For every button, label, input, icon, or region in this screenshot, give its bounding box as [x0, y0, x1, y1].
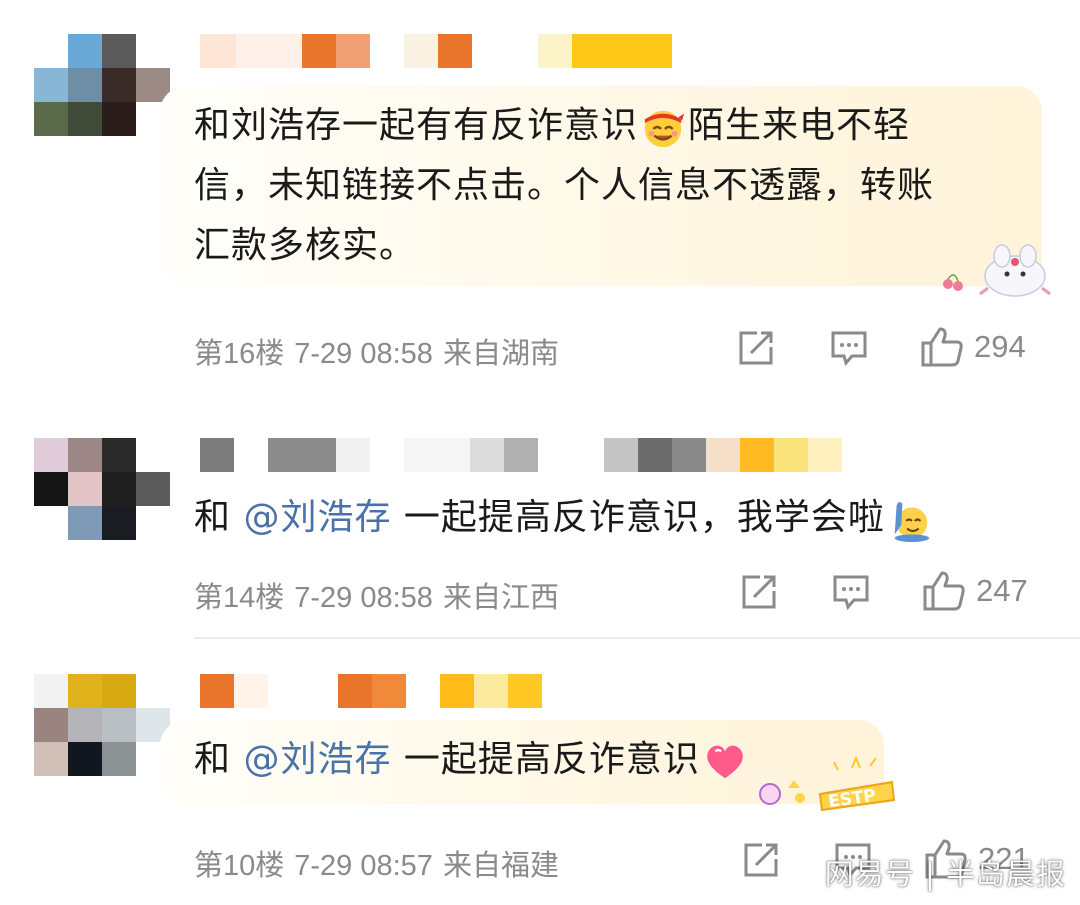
smiling-face-with-headband-icon	[644, 110, 685, 148]
floor-number: 第10楼	[194, 850, 285, 882]
estp-sticker-icon: ESTP	[759, 755, 896, 812]
avatar-pixelated[interactable]	[34, 438, 170, 540]
comment-time: 7-29 08:58	[294, 582, 433, 614]
share-button[interactable]	[742, 842, 780, 878]
comment-icon	[833, 575, 869, 610]
comment-location: 来自福建	[442, 850, 559, 882]
source-watermark: 网易号 | 半岛晨报	[824, 857, 1066, 891]
comment-text: 和刘浩存一起有有反诈意识 陌生来电不轻 信，未知链接不点击。个人信息不透露，转账 …	[194, 105, 935, 266]
username-blurred[interactable]	[200, 34, 672, 68]
username-blurred[interactable]	[200, 674, 542, 708]
comment-meta: 第10楼 7-29 08:57 来自福建	[194, 842, 569, 884]
like-button[interactable]: 247	[922, 570, 1028, 612]
share-icon	[739, 331, 773, 365]
share-button[interactable]	[737, 330, 775, 366]
comment-text: 和 @刘浩存 一起提高反诈意识，我学会啦	[194, 488, 935, 548]
comment-item-14: 和 @刘浩存 一起提高反诈意识，我学会啦 第14楼 7-29 08:58 来自江西 …	[0, 400, 1080, 640]
comment-time: 7-29 08:57	[294, 850, 433, 882]
mention-link[interactable]: @刘浩存	[243, 739, 391, 780]
floor-number: 第16楼	[194, 338, 285, 370]
comment-time: 7-29 08:58	[294, 338, 433, 370]
comment-meta: 第16楼 7-29 08:58 来自湖南	[194, 330, 569, 372]
share-icon	[744, 843, 778, 877]
reply-button[interactable]	[830, 330, 868, 366]
thumbs-up-icon	[921, 327, 963, 367]
bunny-cherry-sticker-icon	[943, 244, 1051, 297]
mention-link[interactable]: @刘浩存	[243, 497, 391, 538]
comment-icon	[831, 331, 867, 366]
share-button[interactable]	[740, 574, 778, 610]
comment-item-16: 和刘浩存一起有有反诈意识 陌生来电不轻 信，未知链接不点击。个人信息不透露，转账 …	[0, 0, 1080, 400]
raising-hand-face-icon	[894, 502, 930, 542]
like-count: 294	[974, 329, 1026, 364]
reply-button[interactable]	[832, 574, 870, 610]
comment-meta: 第14楼 7-29 08:58 来自江西	[194, 574, 569, 616]
comment-divider	[194, 637, 1080, 639]
comment-location: 来自湖南	[442, 338, 559, 370]
username-blurred[interactable]	[200, 438, 842, 472]
avatar-pixelated[interactable]	[34, 34, 170, 136]
share-icon	[742, 575, 776, 609]
comment-location: 来自江西	[442, 582, 559, 614]
svg-text:ESTP: ESTP	[827, 786, 877, 812]
thumbs-up-icon	[923, 571, 965, 611]
like-button[interactable]: 294	[920, 326, 1026, 368]
like-count: 247	[976, 573, 1028, 608]
floor-number: 第14楼	[194, 582, 285, 614]
pink-heart-icon	[707, 745, 743, 779]
avatar-pixelated[interactable]	[34, 674, 170, 776]
comment-text: 和 @刘浩存 一起提高反诈意识	[194, 730, 750, 790]
